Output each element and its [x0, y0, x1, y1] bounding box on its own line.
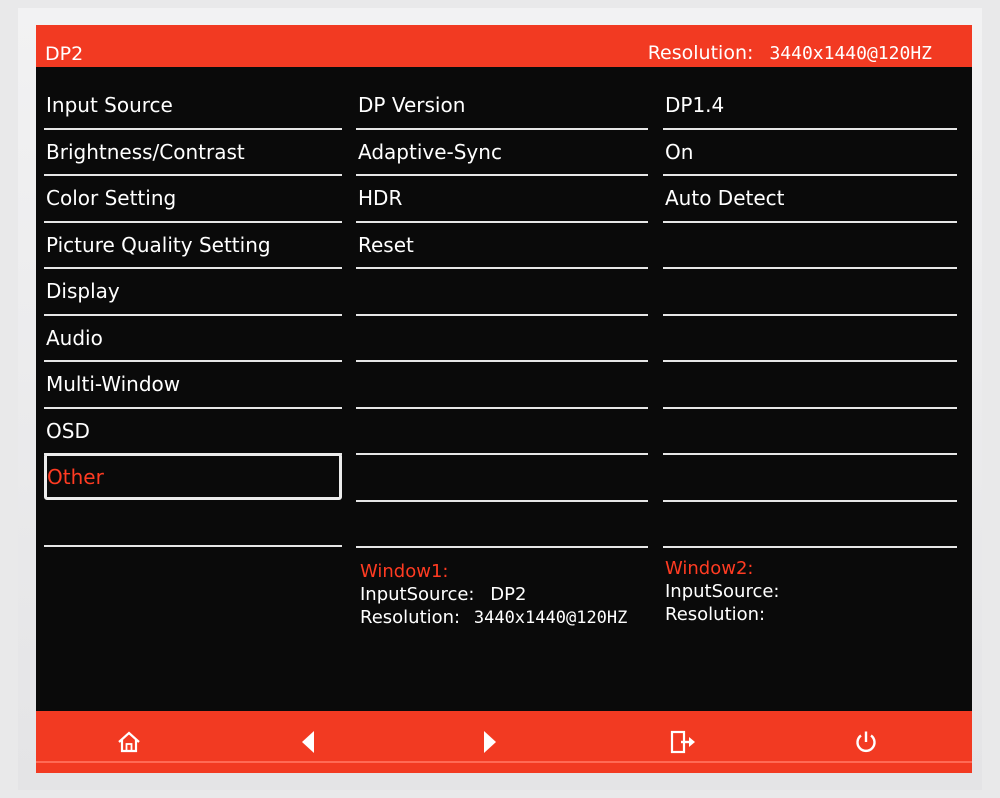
menu-item-label: OSD: [46, 418, 90, 443]
menu-item-label: Audio: [46, 325, 103, 350]
home-icon: [118, 731, 140, 753]
menu-item-audio[interactable]: Audio: [44, 316, 342, 362]
menu-item-label: Brightness/Contrast: [46, 139, 245, 164]
value-label: Auto Detect: [665, 186, 785, 210]
menu-item-label: Other: [47, 465, 104, 489]
submenu-item-reset[interactable]: Reset: [356, 223, 648, 269]
menu-item-label: Display: [46, 279, 120, 303]
window1-input-value: DP2: [490, 584, 527, 605]
submenu-item-dp-version[interactable]: DP Version: [356, 83, 648, 130]
submenu-item-label: HDR: [358, 186, 403, 210]
header-resolution-label: Resolution:: [647, 42, 754, 64]
value-label: On: [665, 139, 694, 164]
submenu: DP Version Adaptive-Sync HDR Reset: [356, 83, 648, 548]
menu-item-empty: [44, 500, 342, 547]
menu-item-brightness-contrast[interactable]: Brightness/Contrast: [44, 130, 342, 176]
osd-footer: [36, 711, 972, 773]
left-button[interactable]: [278, 711, 338, 773]
submenu-item-empty: [356, 502, 648, 548]
power-icon: [856, 731, 876, 753]
submenu-item-hdr[interactable]: HDR: [356, 176, 648, 223]
submenu-item-empty: [356, 269, 648, 316]
submenu-item-adaptive-sync[interactable]: Adaptive-Sync: [356, 130, 648, 176]
window1-input-label: InputSource:: [360, 584, 475, 605]
menu-item-color-setting[interactable]: Color Setting: [44, 176, 342, 223]
value-hdr[interactable]: Auto Detect: [663, 176, 957, 223]
header-resolution-value: 3440x1440@120HZ: [769, 43, 932, 64]
window1-info: Window1: InputSource: DP2 Resolution: 34…: [360, 560, 627, 630]
osd-screen: DP2 Resolution: 3440x1440@120HZ Input So…: [36, 25, 972, 773]
menu-item-osd[interactable]: OSD: [44, 409, 342, 455]
menu-item-label: Multi-Window: [46, 372, 181, 396]
value-empty: [663, 269, 957, 316]
window1-input-row: InputSource: DP2: [360, 583, 627, 606]
exit-icon: [670, 730, 695, 754]
footer-divider: [36, 761, 972, 763]
window1-resolution-label: Resolution:: [360, 607, 461, 628]
value-empty: [663, 502, 957, 548]
submenu-item-empty: [356, 362, 648, 409]
submenu-item-label: DP Version: [358, 93, 466, 117]
menu-item-picture-quality[interactable]: Picture Quality Setting: [44, 223, 342, 269]
window2-input-label: InputSource:: [665, 581, 780, 602]
main-menu: Input Source Brightness/Contrast Color S…: [44, 83, 342, 547]
exit-button[interactable]: [654, 711, 714, 773]
value-label: DP1.4: [665, 93, 725, 117]
value-column: DP1.4 On Auto Detect: [663, 83, 957, 548]
right-button[interactable]: [460, 711, 520, 773]
menu-item-input-source[interactable]: Input Source: [44, 83, 342, 130]
current-input-source: DP2: [45, 43, 84, 65]
submenu-item-empty: [356, 409, 648, 455]
value-empty: [663, 316, 957, 362]
value-empty: [663, 455, 957, 502]
menu-item-display[interactable]: Display: [44, 269, 342, 316]
menu-item-label: Input Source: [46, 93, 173, 117]
arrow-right-icon: [484, 731, 496, 753]
home-button[interactable]: [99, 711, 159, 773]
value-empty: [663, 362, 957, 409]
menu-item-multi-window[interactable]: Multi-Window: [44, 362, 342, 409]
submenu-item-empty: [356, 455, 648, 502]
header-resolution: Resolution: 3440x1440@120HZ: [648, 42, 932, 64]
submenu-item-label: Reset: [358, 232, 414, 257]
window2-info: Window2: InputSource: Resolution:: [665, 557, 780, 626]
window2-title: Window2:: [665, 558, 754, 579]
arrow-left-icon: [302, 731, 314, 753]
osd-header: DP2 Resolution: 3440x1440@120HZ: [36, 25, 972, 67]
menu-item-label: Color Setting: [46, 186, 177, 210]
window1-resolution-row: Resolution: 3440x1440@120HZ: [360, 606, 627, 630]
menu-item-label: Picture Quality Setting: [46, 232, 271, 257]
window1-resolution-value: 3440x1440@120HZ: [473, 608, 628, 628]
submenu-item-label: Adaptive-Sync: [358, 139, 502, 164]
value-dp-version[interactable]: DP1.4: [663, 83, 957, 130]
window2-resolution-label: Resolution:: [665, 604, 766, 625]
submenu-item-empty: [356, 316, 648, 362]
power-button[interactable]: [836, 711, 896, 773]
value-adaptive-sync[interactable]: On: [663, 130, 957, 176]
value-empty: [663, 409, 957, 455]
menu-item-other[interactable]: Other: [44, 453, 342, 500]
value-empty: [663, 223, 957, 269]
window1-title: Window1:: [360, 561, 449, 582]
